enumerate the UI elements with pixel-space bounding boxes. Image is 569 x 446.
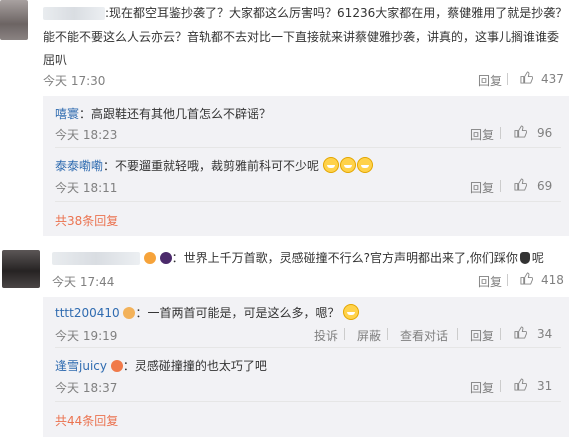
view-conversation-button[interactable]: 查看对话 [400, 327, 448, 344]
reply-button[interactable]: 回复 [470, 327, 494, 344]
reply-username[interactable]: tttt200410 [55, 306, 120, 320]
reply-username[interactable]: 泰泰嘞嘞 [55, 159, 103, 173]
comment-text: ：世界上千万首歌，灵感碰撞不行么?官方声明都出来了,你们踩你呢 [52, 249, 544, 266]
comment-text-line3: 屈叭 [43, 53, 68, 67]
like-count: 69 [537, 179, 553, 193]
fan-badge-icon [143, 252, 156, 264]
reply-button[interactable]: 回复 [478, 273, 502, 290]
username[interactable] [52, 252, 140, 265]
reply-button[interactable]: 回复 [470, 179, 494, 196]
like-count: 34 [537, 327, 553, 341]
reply-button[interactable]: 回复 [470, 379, 494, 396]
username[interactable] [43, 7, 105, 20]
fan-badge-icon [110, 360, 123, 372]
comment-text: :现在都空耳鉴抄袭了？大家都这么厉害吗？61236大家都在用，蔡健雅用了就是抄袭… [43, 4, 567, 21]
reply-item: 逢雪juicy ：灵感碰撞撞的也太巧了吧 [55, 359, 267, 373]
report-button[interactable]: 投诉 [314, 327, 338, 344]
reply-time: 今天 18:37 [55, 381, 118, 395]
reply-time: 今天 19:19 [55, 329, 118, 343]
like-count: 31 [537, 379, 553, 393]
like-icon[interactable] [514, 326, 527, 339]
grin-emoji-icon [356, 157, 373, 173]
reply-item: 嘻寰：高跟鞋还有其他几首怎么不辟谣？ [55, 107, 272, 121]
like-icon[interactable] [520, 71, 533, 84]
reply-time: 今天 18:23 [55, 128, 118, 142]
reply-button[interactable]: 回复 [470, 126, 494, 143]
grin-emoji-icon [322, 157, 339, 173]
like-icon[interactable] [520, 272, 533, 285]
thinking-emoji-icon [343, 304, 360, 320]
like-count: 418 [541, 273, 564, 287]
comment-text-line2: 能不能不要这么人云亦云？音轨都不去对比一下直接就来讲蔡健雅抄袭，讲真的，这事儿搁… [43, 30, 560, 44]
like-icon[interactable] [514, 125, 527, 138]
grin-emoji-icon [339, 157, 356, 173]
like-count: 437 [541, 72, 564, 86]
like-icon[interactable] [514, 178, 527, 191]
reply-button[interactable]: 回复 [478, 72, 502, 89]
avatar[interactable] [0, 0, 28, 40]
more-replies-link[interactable]: 共44条回复 [55, 412, 118, 429]
comment-time: 今天 17:44 [52, 275, 115, 289]
emoji-icon [519, 252, 530, 264]
reply-time: 今天 18:11 [55, 181, 118, 195]
reply-item: tttt200410 ：一首两首可能是，可是这么多，嗯？ [55, 304, 360, 321]
more-replies-link[interactable]: 共38条回复 [55, 212, 118, 229]
block-button[interactable]: 屏蔽 [357, 327, 381, 344]
reply-username[interactable]: 嘻寰 [55, 107, 79, 121]
reply-item: 泰泰嘞嘞：不要遛重就轻哦，裁剪雅前科可不少呢 [55, 157, 374, 174]
fan-badge-icon [123, 307, 136, 319]
avatar[interactable] [2, 250, 40, 288]
member-badge-icon [159, 252, 172, 264]
reply-username[interactable]: 逢雪juicy [55, 359, 107, 373]
like-count: 96 [537, 126, 553, 140]
comment-time: 今天 17:30 [43, 74, 106, 88]
like-icon[interactable] [514, 378, 527, 391]
